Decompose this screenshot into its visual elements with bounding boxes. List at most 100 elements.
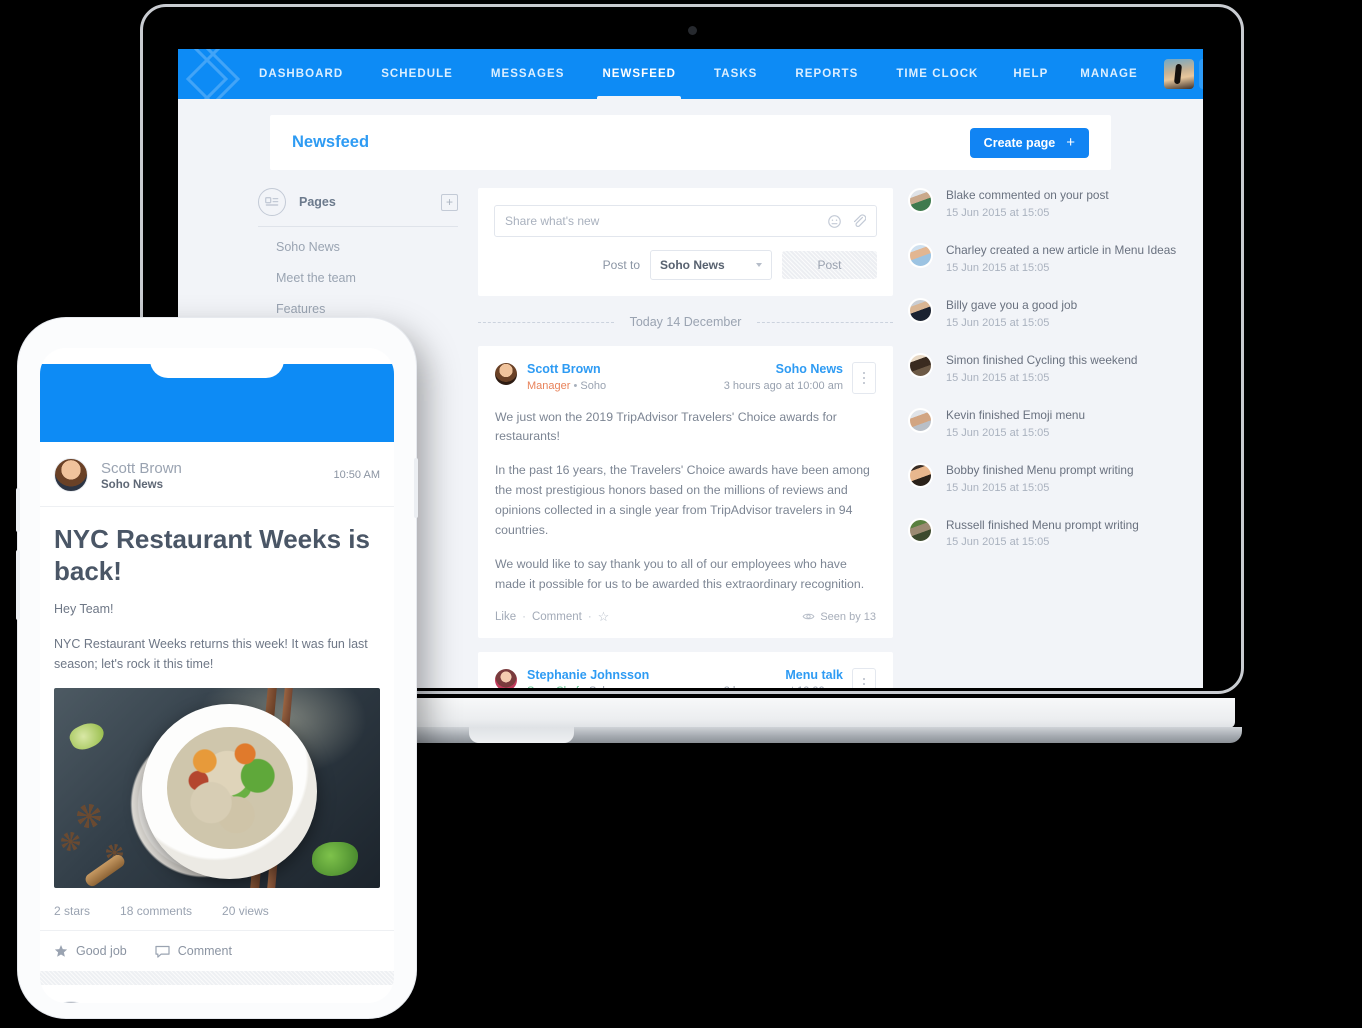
activity-text-block: Charley created a new article in Menu Id… [946, 243, 1176, 274]
activity-text: Russell finished Menu prompt writing [946, 517, 1139, 532]
activity-item[interactable]: Charley created a new article in Menu Id… [908, 242, 1178, 274]
avatar [908, 242, 933, 268]
phone-notch [150, 348, 284, 378]
activity-item[interactable]: Russell finished Menu prompt writing 15 … [908, 517, 1178, 549]
nav-right-group: HELP MANAGE [997, 49, 1203, 99]
nav-item-manage[interactable]: MANAGE [1064, 49, 1153, 99]
create-page-label: Create page [983, 135, 1056, 150]
pages-title: Pages [299, 195, 336, 209]
role-label: Sous-Chef [527, 685, 579, 688]
phone-screen: ‹ Scott Brown Soho News 10:50 AM NYC Res… [40, 348, 394, 1003]
food-contents [166, 726, 293, 850]
phone-post-stats: 2 stars 18 comments 20 views [40, 888, 394, 932]
stat-stars: 2 stars [54, 904, 91, 919]
phone-power-button[interactable] [414, 458, 418, 518]
post-page-link[interactable]: Menu talk [724, 668, 843, 684]
phone-post-author-block: Scott Brown Soho News [88, 460, 334, 491]
herb-decoration [311, 842, 358, 877]
avatar [495, 363, 517, 385]
activity-item[interactable]: Billy gave you a good job 15 Jun 2015 at… [908, 297, 1178, 329]
post-options-button[interactable] [852, 362, 876, 394]
nav-item-reports[interactable]: REPORTS [776, 49, 877, 99]
share-input[interactable]: Share what's new [494, 205, 877, 237]
activity-text: Simon finished Cycling this weekend [946, 352, 1138, 367]
star-icon[interactable]: ☆ [598, 609, 610, 625]
post-to-value: Soho News [660, 258, 725, 272]
post-timestamp: 3 hours ago at 10:00 am [723, 379, 843, 392]
activity-text-block: Kevin finished Emoji menu 15 Jun 2015 at… [946, 408, 1085, 439]
phone-next-post-header[interactable]: Aaron Philips 22 Fri [40, 985, 394, 1003]
phone-post-title: NYC Restaurant Weeks is back! [54, 524, 370, 587]
org-label: Soho [580, 379, 607, 392]
post-author-role: Sous-Chef • Soho [527, 684, 649, 688]
post-author-role: Manager • Soho [527, 379, 606, 395]
post-options-button[interactable] [852, 667, 876, 688]
nav-item-schedule[interactable]: SCHEDULE [362, 49, 472, 99]
create-page-button[interactable]: Create page + [969, 127, 1089, 158]
post-button[interactable]: Post [782, 251, 877, 279]
good-job-button[interactable]: Good job [54, 944, 127, 958]
sidebar-item-soho-news[interactable]: Soho News [258, 231, 458, 262]
chevron-down-icon[interactable] [1198, 59, 1203, 89]
phone-volume-down-button[interactable] [16, 550, 20, 620]
nav-item-messages[interactable]: MESSAGES [472, 49, 584, 99]
activity-item[interactable]: Blake commented on your post 15 Jun 2015… [908, 188, 1178, 219]
user-avatar[interactable] [1163, 59, 1194, 89]
post-to-select[interactable]: Soho News [650, 250, 772, 280]
divider-line-right [757, 321, 893, 323]
nav-item-time-clock[interactable]: TIME CLOCK [877, 49, 997, 99]
footer-separator: · [587, 610, 592, 623]
comment-button[interactable]: Comment [532, 611, 582, 623]
add-page-button[interactable]: + [441, 193, 458, 211]
footer-separator: · [522, 610, 526, 623]
star-icon [54, 945, 68, 957]
phone-post-paragraph: Hey Team! [54, 602, 114, 617]
activity-text: Billy gave you a good job [946, 297, 1078, 312]
sidebar-item-meet-the-team[interactable]: Meet the team [258, 262, 458, 293]
post-paragraph: We just won the 2019 TripAdvisor Travele… [495, 409, 837, 444]
share-input-placeholder: Share what's new [505, 214, 600, 228]
emoji-icon[interactable] [828, 214, 841, 228]
page-header-card: Newsfeed Create page + [270, 115, 1111, 170]
day-divider-label: Today 14 December [629, 315, 742, 329]
org-label: Soho [589, 685, 615, 688]
comment-label: Comment [177, 944, 232, 959]
post-paragraph: We would like to say thank you to all of… [495, 557, 865, 591]
activity-text-block: Simon finished Cycling this weekend 15 J… [946, 353, 1137, 384]
composer-controls: Post to Soho News Post [494, 250, 877, 280]
activity-item[interactable]: Simon finished Cycling this weekend 15 J… [908, 352, 1178, 384]
phone-volume-up-button[interactable] [16, 488, 20, 532]
activity-item[interactable]: Bobby finished Menu prompt writing 15 Ju… [908, 462, 1178, 494]
nav-item-newsfeed[interactable]: NEWSFEED [583, 49, 695, 102]
stat-views: 20 views [222, 904, 269, 919]
post-body: We just won the 2019 TripAdvisor Travele… [495, 408, 876, 595]
activity-text-block: Bobby finished Menu prompt writing 15 Ju… [946, 463, 1134, 494]
attachment-icon[interactable] [852, 214, 866, 228]
post-paragraph: In the past 16 years, the Travelers' Cho… [495, 463, 870, 538]
nav-item-dashboard[interactable]: DASHBOARD [240, 49, 362, 99]
activity-text-block: Blake commented on your post 15 Jun 2015… [946, 188, 1109, 219]
nav-items: DASHBOARD SCHEDULE MESSAGES NEWSFEED TAS… [240, 49, 997, 102]
post-author-name[interactable]: Stephanie Johnsson [527, 668, 649, 684]
nav-item-tasks[interactable]: TASKS [695, 49, 776, 99]
feed-post: Stephanie Johnsson Sous-Chef • Soho [478, 651, 893, 688]
star-anise-decoration [60, 832, 80, 852]
activity-item[interactable]: Kevin finished Emoji menu 15 Jun 2015 at… [908, 407, 1178, 439]
activity-text-block: Russell finished Menu prompt writing 15 … [946, 518, 1139, 549]
comment-button[interactable]: Comment [155, 944, 232, 958]
like-button[interactable]: Like [495, 611, 516, 623]
post-author-block: Scott Brown Manager • Soho [527, 362, 606, 395]
post-page-link[interactable]: Soho News [724, 362, 843, 378]
composer-tools [828, 214, 866, 228]
role-separator: • [573, 379, 578, 392]
phone-post-time: 10:50 AM [333, 469, 380, 481]
avatar [908, 462, 933, 488]
cinnamon-stick-decoration [83, 852, 128, 889]
post-author-name[interactable]: Scott Brown [527, 362, 606, 378]
nav-item-help[interactable]: HELP [997, 49, 1064, 99]
avatar [908, 517, 933, 543]
stat-comments: 18 comments [120, 904, 193, 919]
laptop-base-notch [469, 727, 574, 743]
scene: DASHBOARD SCHEDULE MESSAGES NEWSFEED TAS… [0, 0, 1362, 1018]
post-timestamp: 3 hours ago at 10:00 am [724, 685, 843, 688]
